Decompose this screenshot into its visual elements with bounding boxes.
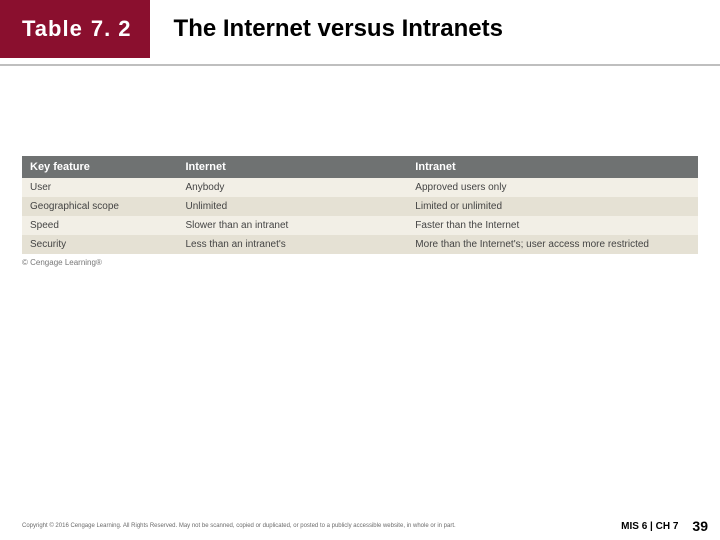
table-row: User Anybody Approved users only xyxy=(22,178,698,197)
slide-footer: Copyright © 2016 Cengage Learning. All R… xyxy=(0,518,720,534)
cell-feature: Geographical scope xyxy=(22,197,177,216)
page-number: 39 xyxy=(692,518,708,534)
comparison-table-wrap: Key feature Internet Intranet User Anybo… xyxy=(22,156,698,254)
table-number: 7. 2 xyxy=(91,16,132,42)
col-header-intranet: Intranet xyxy=(407,156,698,178)
comparison-table: Key feature Internet Intranet User Anybo… xyxy=(22,156,698,254)
cell-internet: Slower than an intranet xyxy=(177,216,407,235)
cell-intranet: Limited or unlimited xyxy=(407,197,698,216)
table-row: Security Less than an intranet's More th… xyxy=(22,235,698,254)
col-header-feature: Key feature xyxy=(22,156,177,178)
table-row: Geographical scope Unlimited Limited or … xyxy=(22,197,698,216)
cell-feature: Security xyxy=(22,235,177,254)
slide-header: Table 7. 2 The Internet versus Intranets xyxy=(0,0,720,58)
cell-intranet: Faster than the Internet xyxy=(407,216,698,235)
cell-feature: User xyxy=(22,178,177,197)
copyright-text: Copyright © 2016 Cengage Learning. All R… xyxy=(22,523,621,529)
slide-title: The Internet versus Intranets xyxy=(174,15,503,43)
table-tag: Table 7. 2 xyxy=(0,0,150,58)
cell-intranet: More than the Internet's; user access mo… xyxy=(407,235,698,254)
cell-intranet: Approved users only xyxy=(407,178,698,197)
table-header-row: Key feature Internet Intranet xyxy=(22,156,698,178)
chapter-label: MIS 6 | CH 7 xyxy=(621,521,678,532)
table-attribution: © Cengage Learning® xyxy=(22,258,720,267)
cell-feature: Speed xyxy=(22,216,177,235)
col-header-internet: Internet xyxy=(177,156,407,178)
cell-internet: Anybody xyxy=(177,178,407,197)
table-row: Speed Slower than an intranet Faster tha… xyxy=(22,216,698,235)
cell-internet: Less than an intranet's xyxy=(177,235,407,254)
table-word: Table xyxy=(22,16,83,42)
divider xyxy=(0,64,720,66)
cell-internet: Unlimited xyxy=(177,197,407,216)
